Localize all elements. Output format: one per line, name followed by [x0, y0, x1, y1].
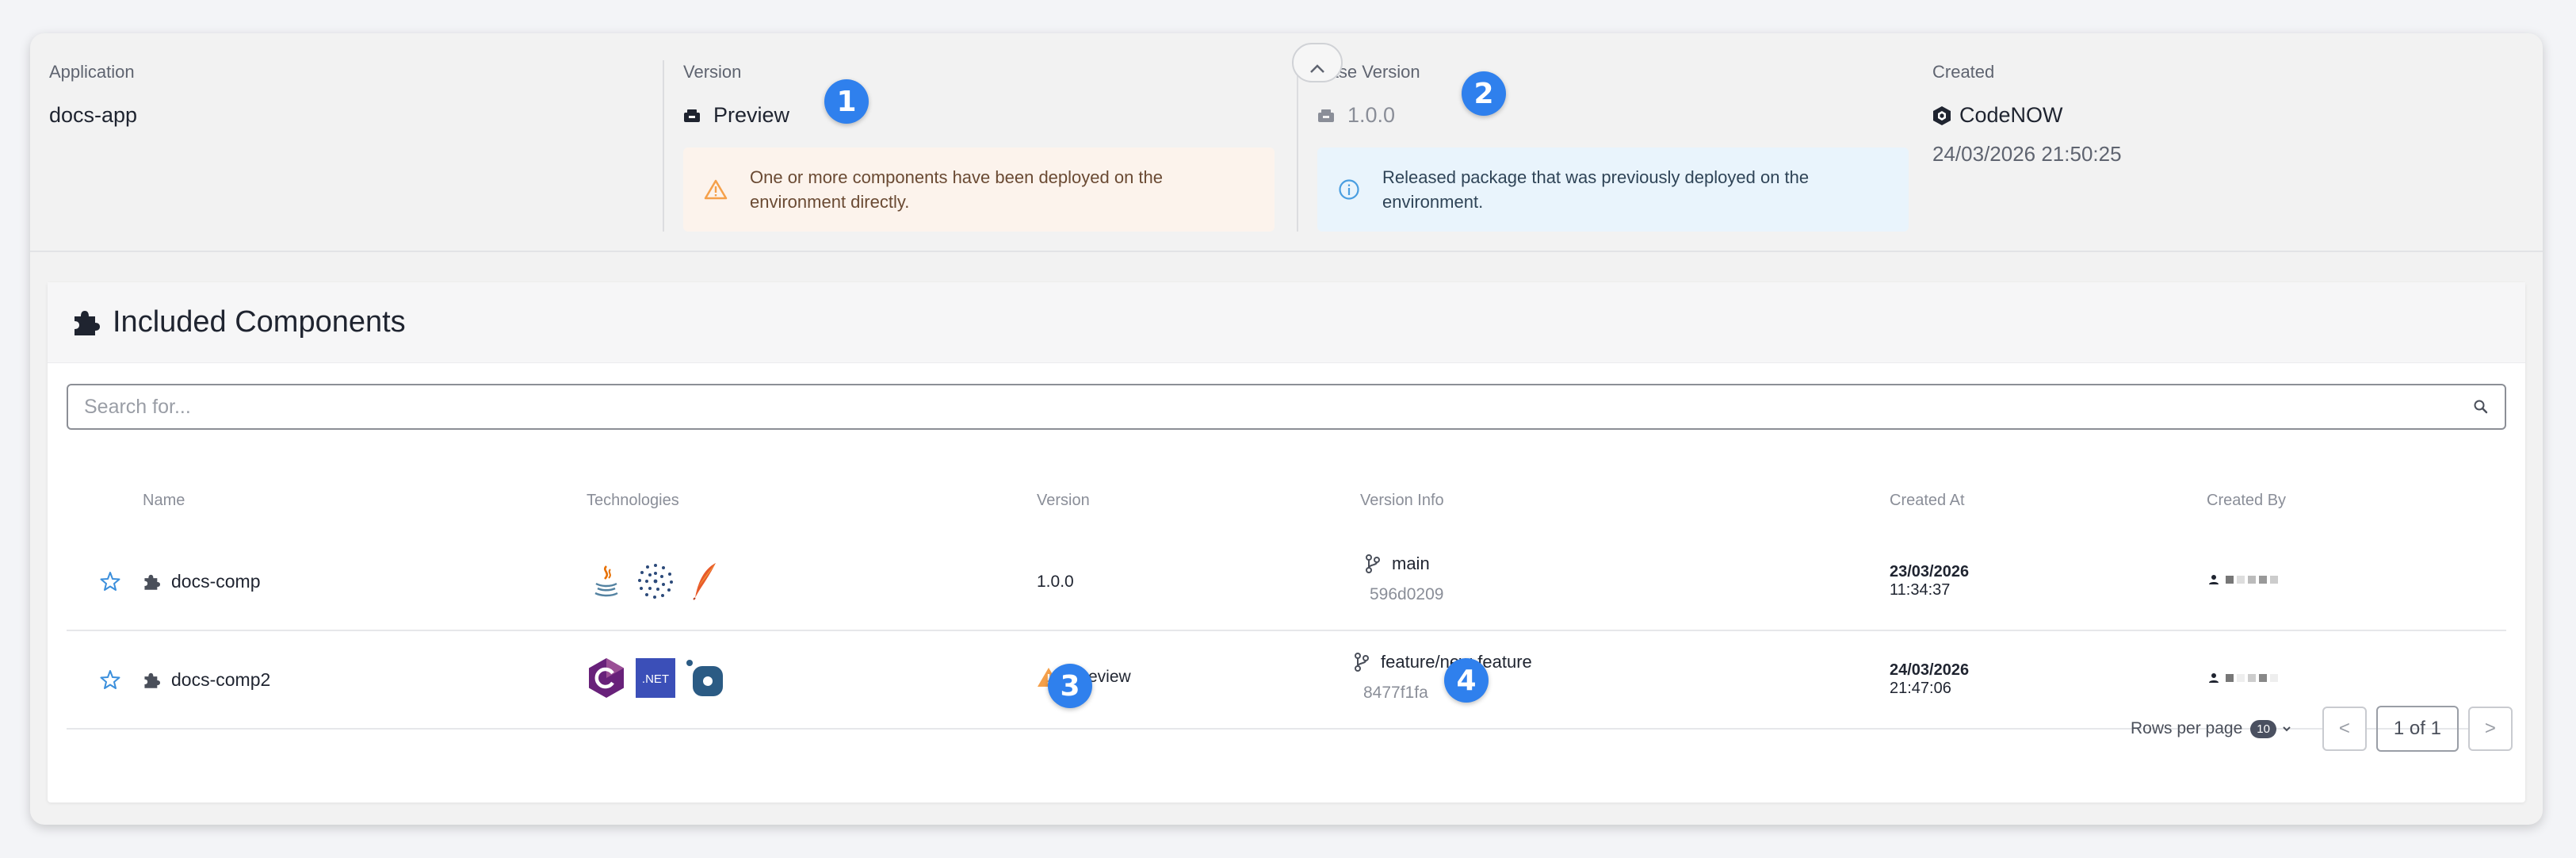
component-name-text[interactable]: docs-comp2	[171, 669, 270, 691]
column-divider	[1297, 60, 1298, 232]
direct-deploy-warning: One or more components have been deploye…	[683, 147, 1275, 232]
git-branch-icon	[1366, 554, 1380, 573]
card-header: Included Components	[48, 282, 2525, 363]
created-time: 11:34:37	[1890, 581, 1951, 599]
warning-text: One or more components have been deploye…	[750, 167, 1164, 212]
created-at-cell: 23/03/2026 11:34:37	[1890, 563, 1969, 599]
commit-hash: 8477f1fa	[1363, 684, 1428, 702]
version-info-cell: feature/new-feature 8477f1fa	[1354, 652, 1532, 703]
info-text: Released package that was previously dep…	[1382, 167, 1810, 212]
commit-hash: 596d0209	[1370, 585, 1444, 603]
version-label: Version	[683, 62, 742, 82]
branch-name: main	[1392, 553, 1430, 573]
prev-page-button[interactable]: <	[2322, 707, 2367, 751]
version-text: 1.0.0	[1037, 573, 1074, 591]
version-info-cell: main 596d0209	[1365, 553, 1443, 604]
included-components-card: Included Components Name Technologies Ve…	[48, 282, 2525, 802]
column-header-created-by[interactable]: Created By	[2207, 492, 2286, 510]
user-icon	[2209, 673, 2219, 683]
pagination: Rows per page 10 < 1 of 1 >	[2131, 706, 2513, 752]
application-name: docs-app	[49, 103, 138, 127]
dotted-sphere-icon	[636, 561, 675, 601]
branch-label: feature/new-feature	[1354, 652, 1532, 672]
puzzle-icon	[144, 574, 160, 590]
package-icon	[684, 109, 700, 122]
version-column: Version Preview	[683, 62, 789, 128]
component-name-text[interactable]: docs-comp	[171, 571, 260, 592]
chevron-down-icon[interactable]	[2281, 725, 2292, 733]
callout-badge-2: 2	[1462, 71, 1506, 116]
created-by-cell	[2208, 672, 2278, 684]
technologies-list	[587, 561, 734, 601]
column-divider	[663, 60, 664, 232]
user-avatar-placeholder	[2226, 576, 2278, 584]
csharp-icon	[587, 658, 626, 698]
search-input[interactable]	[84, 395, 2473, 419]
column-header-created-at[interactable]: Created At	[1890, 492, 1965, 510]
collapse-button[interactable]	[1292, 43, 1343, 82]
python-icon	[685, 658, 724, 698]
created-value: CodeNOW	[1932, 103, 2122, 128]
maven-feather-icon	[685, 561, 724, 601]
svg-text:.NET: .NET	[642, 672, 669, 686]
application-label: Application	[49, 62, 135, 82]
created-timestamp: 24/03/2026 21:50:25	[1932, 142, 2122, 166]
codenow-logo-icon	[1933, 105, 1951, 125]
created-time: 21:47:06	[1890, 680, 1951, 697]
branch-label: main	[1365, 553, 1430, 574]
callout-badge-1: 1	[824, 79, 869, 124]
callout-badge-4: 4	[1444, 658, 1489, 703]
package-icon	[1318, 109, 1334, 122]
created-column: Created CodeNOW 24/03/2026 21:50:25	[1932, 62, 2122, 167]
created-date: 23/03/2026	[1890, 563, 1970, 580]
base-version-info: Released package that was previously dep…	[1317, 147, 1909, 232]
java-icon	[587, 561, 626, 601]
created-at-cell: 24/03/2026 21:47:06	[1890, 661, 1969, 698]
column-header-name[interactable]: Name	[143, 492, 185, 510]
user-avatar-placeholder	[2226, 674, 2278, 682]
search-box[interactable]	[67, 384, 2506, 430]
component-name[interactable]: docs-comp	[143, 571, 260, 592]
page-indicator: 1 of 1	[2375, 706, 2459, 752]
version-detail-panel: Application docs-app Version Preview One…	[30, 33, 2543, 825]
dotnet-icon: .NET	[636, 658, 675, 698]
technologies-list: .NET	[587, 658, 734, 698]
base-version-number: 1.0.0	[1347, 103, 1396, 127]
puzzle-icon	[144, 672, 160, 688]
version-value: Preview	[683, 103, 789, 128]
application-column: Application docs-app	[49, 62, 137, 128]
summary-section: Application docs-app Version Preview One…	[30, 33, 2543, 252]
column-header-version-info[interactable]: Version Info	[1360, 492, 1444, 510]
favorite-star-icon[interactable]	[100, 571, 120, 592]
rows-per-page-select[interactable]: 10	[2250, 719, 2276, 738]
callout-badge-3: 3	[1048, 664, 1092, 708]
search-icon[interactable]	[2473, 399, 2489, 415]
info-icon	[1339, 179, 1359, 200]
created-date: 24/03/2026	[1890, 661, 1970, 679]
next-page-button[interactable]: >	[2467, 707, 2513, 751]
version-name: Preview	[713, 103, 790, 127]
column-header-technologies[interactable]: Technologies	[587, 492, 679, 510]
warning-icon	[704, 179, 728, 200]
git-branch-icon	[1355, 653, 1369, 672]
application-value: docs-app	[49, 103, 137, 128]
created-label: Created	[1932, 62, 1995, 82]
component-name[interactable]: docs-comp2	[143, 669, 270, 691]
rows-per-page-label: Rows per page	[2131, 719, 2243, 737]
version-cell: 1.0.0	[1037, 573, 1074, 592]
column-header-version[interactable]: Version	[1037, 492, 1090, 510]
card-title: Included Components	[113, 305, 406, 339]
created-by-name: CodeNOW	[1959, 103, 2063, 127]
favorite-star-icon[interactable]	[100, 669, 120, 690]
user-icon	[2209, 575, 2219, 584]
table-row[interactable]: docs-comp 1.0.0 main 596d0209 23/03/2026…	[67, 533, 2506, 631]
chevron-up-icon	[1310, 64, 1324, 73]
puzzle-icon	[75, 310, 100, 335]
base-version-value: 1.0.0	[1317, 103, 1420, 128]
created-by-cell	[2208, 574, 2278, 585]
